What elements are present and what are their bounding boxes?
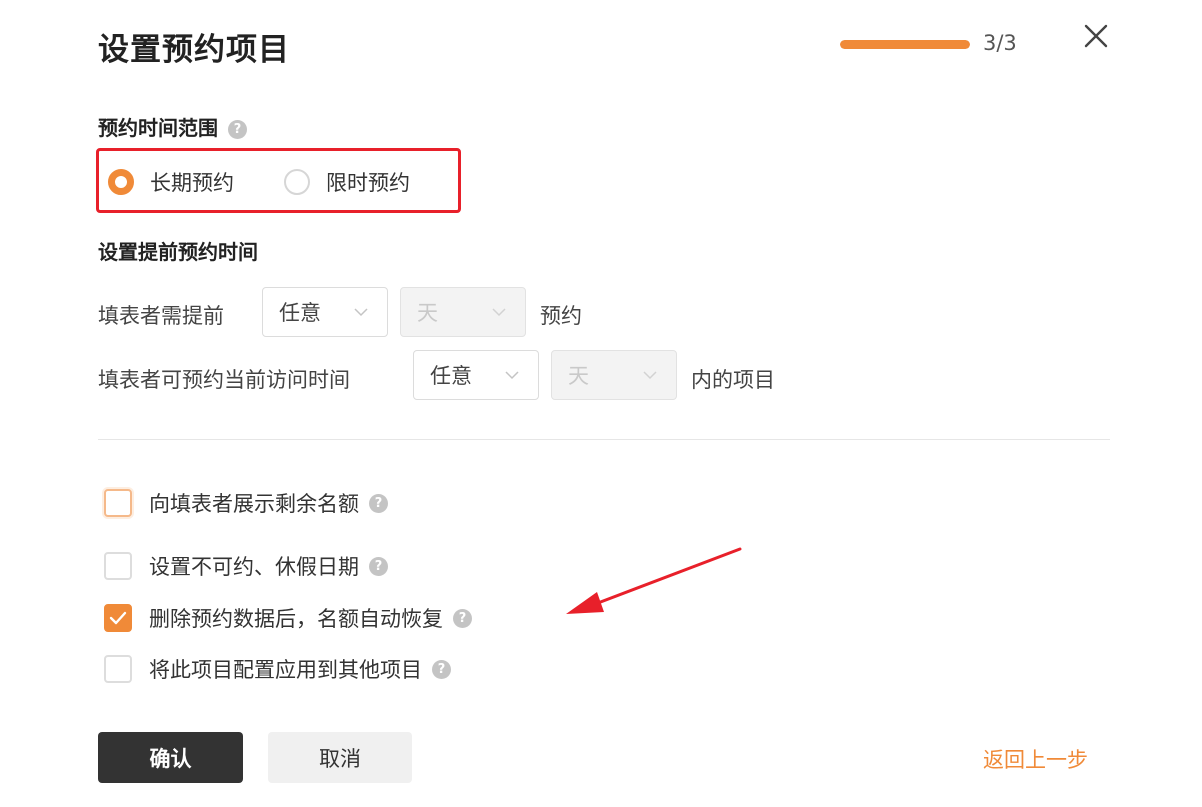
close-icon: [1084, 24, 1108, 48]
progress-text: 3/3: [983, 31, 1017, 55]
advance-row1-select-unit[interactable]: 天: [400, 287, 526, 337]
help-icon[interactable]: ?: [228, 120, 247, 139]
option-unavailable-dates[interactable]: 设置不可约、休假日期 ?: [104, 551, 388, 581]
option-apply-to-other-projects[interactable]: 将此项目配置应用到其他项目 ?: [104, 654, 451, 684]
checkbox: [104, 552, 132, 580]
dialog-title: 设置预约项目: [98, 32, 290, 68]
chevron-down-icon: [492, 308, 506, 317]
advance-row2-select-amount[interactable]: 任意: [413, 350, 539, 400]
cancel-button[interactable]: 取消: [268, 732, 412, 783]
help-icon[interactable]: ?: [369, 493, 388, 513]
option-label: 向填表者展示剩余名额: [149, 492, 359, 516]
back-link[interactable]: 返回上一步: [983, 744, 1088, 774]
advance-row1-suffix: 预约: [540, 304, 582, 328]
time-range-title-text: 预约时间范围: [98, 116, 218, 140]
radio-circle-checked: [108, 169, 134, 195]
checkbox-checked: [104, 604, 132, 632]
select-value: 任意: [279, 301, 321, 325]
advance-row1-label: 填表者需提前: [98, 304, 224, 328]
divider: [98, 439, 1110, 440]
radio-long-term[interactable]: 长期预约: [108, 167, 234, 197]
chevron-down-icon: [505, 371, 519, 380]
radio-label-long-term: 长期预约: [150, 171, 234, 195]
checkbox: [104, 489, 132, 517]
advance-row2-select-unit[interactable]: 天: [551, 350, 677, 400]
check-icon: [109, 611, 127, 625]
close-button[interactable]: [1080, 20, 1112, 52]
option-label: 设置不可约、休假日期: [149, 555, 359, 579]
progress-bar: [840, 40, 970, 49]
radio-label-limited-time: 限时预约: [326, 171, 410, 195]
select-value: 任意: [430, 364, 472, 388]
advance-title: 设置提前预约时间: [98, 240, 258, 264]
checkbox: [104, 655, 132, 683]
help-icon[interactable]: ?: [453, 608, 472, 628]
option-show-remaining-quota[interactable]: 向填表者展示剩余名额 ?: [104, 488, 388, 518]
advance-row2-label: 填表者可预约当前访问时间: [98, 368, 350, 392]
time-range-title: 预约时间范围?: [98, 112, 247, 141]
select-value: 天: [417, 301, 438, 325]
select-value: 天: [568, 364, 589, 388]
advance-row1-select-amount[interactable]: 任意: [262, 287, 388, 337]
confirm-button[interactable]: 确认: [98, 732, 243, 783]
chevron-down-icon: [354, 308, 368, 317]
help-icon[interactable]: ?: [369, 556, 388, 576]
radio-limited-time[interactable]: 限时预约: [284, 167, 410, 197]
advance-row2-suffix: 内的项目: [691, 368, 775, 392]
radio-circle-unchecked: [284, 169, 310, 195]
progress-fill: [840, 40, 970, 49]
help-icon[interactable]: ?: [432, 659, 451, 679]
option-label: 删除预约数据后，名额自动恢复: [149, 607, 443, 631]
reservation-settings-dialog: 设置预约项目 3/3 预约时间范围? 长期预约 限时预约 设置提前预约时间 填表…: [0, 0, 1202, 807]
option-auto-restore-quota[interactable]: 删除预约数据后，名额自动恢复 ?: [104, 603, 472, 633]
chevron-down-icon: [643, 371, 657, 380]
option-label: 将此项目配置应用到其他项目: [149, 658, 422, 682]
